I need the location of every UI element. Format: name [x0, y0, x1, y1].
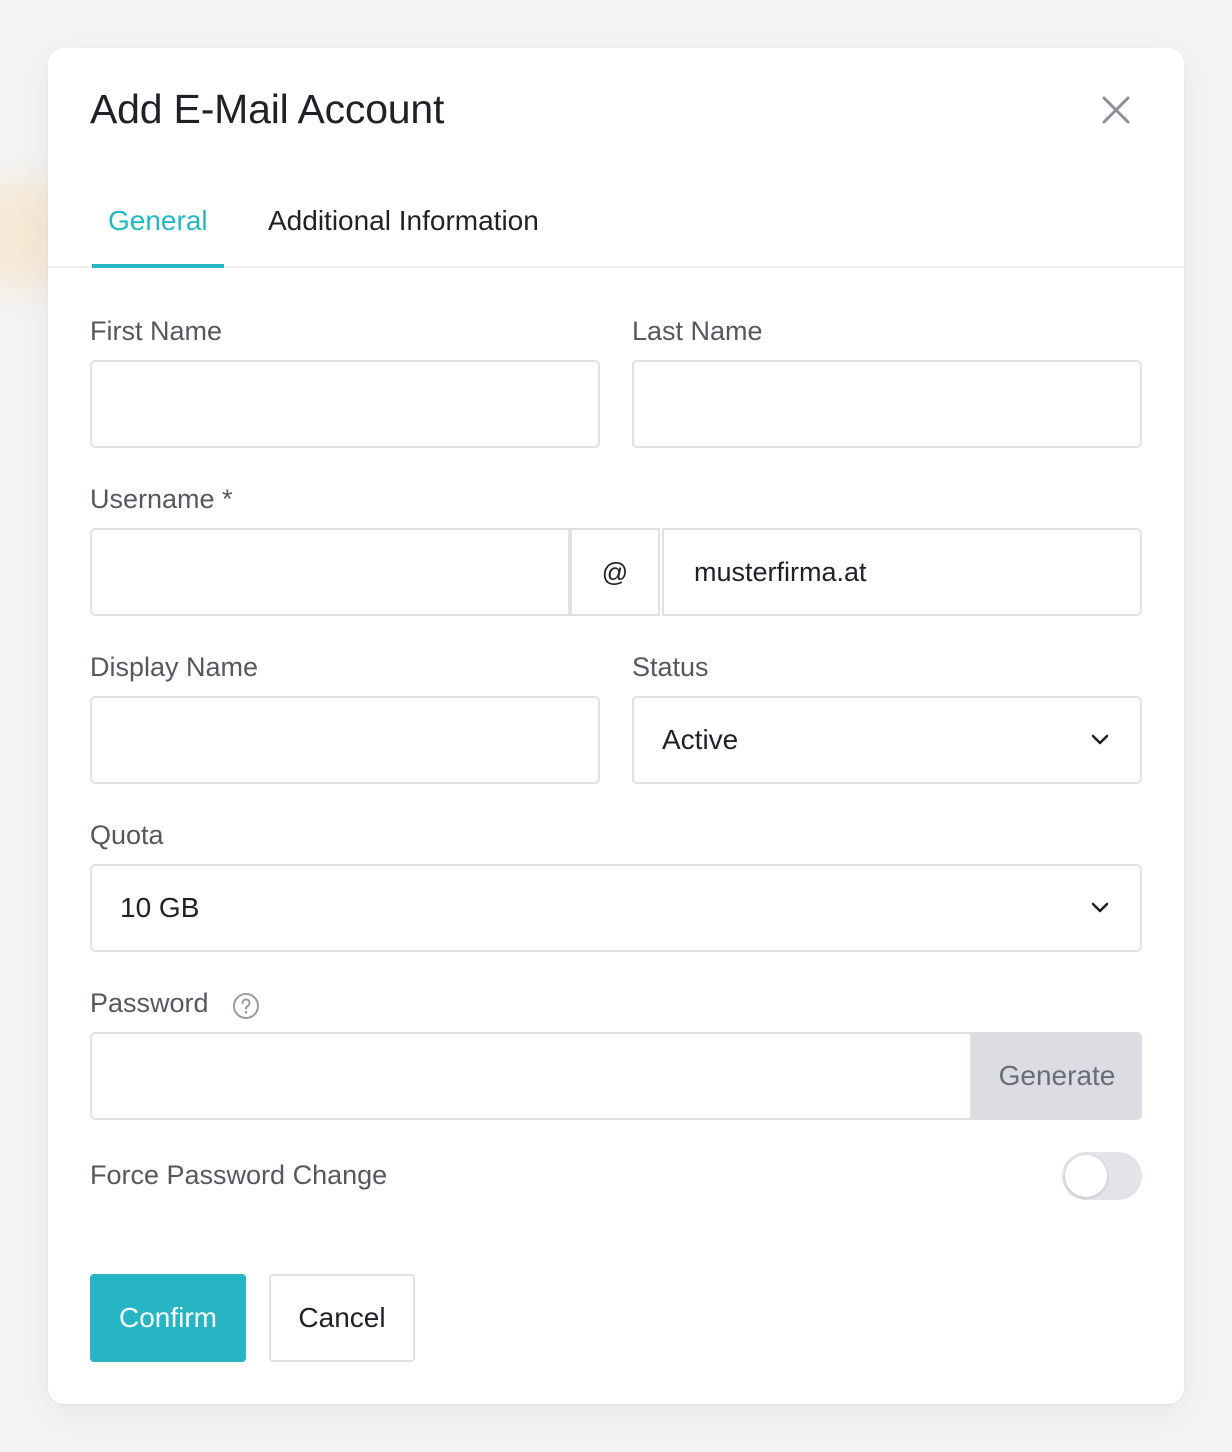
- first-name-field[interactable]: [90, 360, 600, 448]
- cancel-button[interactable]: Cancel: [269, 1274, 415, 1362]
- username-label: Username *: [90, 484, 233, 514]
- last-name-field[interactable]: [632, 360, 1142, 448]
- at-symbol: @: [570, 528, 660, 616]
- chevron-down-icon: [1091, 902, 1109, 913]
- password-label: Password: [90, 988, 209, 1018]
- quota-label: Quota: [90, 820, 164, 850]
- username-field[interactable]: [90, 528, 570, 616]
- password-field[interactable]: [90, 1032, 972, 1120]
- close-button[interactable]: [1096, 90, 1136, 130]
- status-label: Status: [632, 652, 709, 682]
- status-selected-value: Active: [662, 724, 739, 755]
- password-input[interactable]: [92, 1034, 970, 1118]
- generate-password-button[interactable]: Generate: [972, 1032, 1142, 1120]
- add-email-account-dialog: Add E-Mail Account General Additional In…: [48, 48, 1184, 1404]
- last-name-input[interactable]: [634, 362, 1140, 446]
- confirm-button[interactable]: Confirm: [90, 1274, 246, 1362]
- force-password-change-label: Force Password Change: [90, 1160, 388, 1190]
- help-circle-icon[interactable]: [232, 992, 260, 1020]
- quota-selected-value: 10 GB: [120, 892, 200, 923]
- first-name-input[interactable]: [92, 362, 598, 446]
- tab-bar: General Additional Information: [48, 198, 1184, 268]
- display-name-field[interactable]: [90, 696, 600, 784]
- status-select[interactable]: Active: [632, 696, 1142, 784]
- last-name-label: Last Name: [632, 316, 763, 346]
- display-name-input[interactable]: [92, 698, 598, 782]
- username-input[interactable]: [92, 530, 568, 614]
- force-password-change-toggle[interactable]: [1062, 1152, 1142, 1200]
- domain-field[interactable]: musterfirma.at: [662, 528, 1142, 616]
- tab-additional-information[interactable]: Additional Information: [252, 198, 555, 268]
- display-name-label: Display Name: [90, 652, 259, 682]
- toggle-knob: [1065, 1155, 1107, 1197]
- quota-select[interactable]: 10 GB: [90, 864, 1142, 952]
- chevron-down-icon: [1091, 734, 1109, 745]
- first-name-label: First Name: [90, 316, 223, 346]
- close-icon: [1102, 96, 1130, 124]
- dialog-title: Add E-Mail Account: [90, 86, 445, 132]
- tab-general[interactable]: General: [92, 198, 224, 268]
